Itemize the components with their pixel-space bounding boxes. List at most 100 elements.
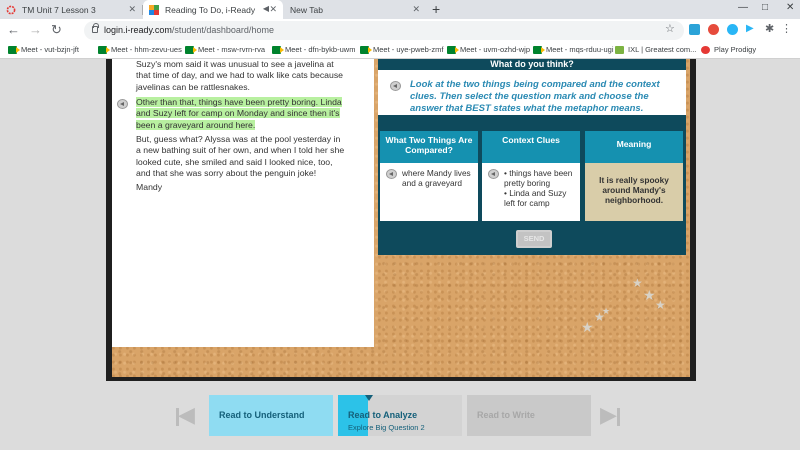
star-decoration-icon: ★ bbox=[655, 298, 666, 312]
compared-answer: where Mandy lives and a graveyard bbox=[402, 168, 471, 188]
column-meaning: Meaning It is really spooky around Mandy… bbox=[585, 131, 683, 221]
column-header: Meaning bbox=[585, 131, 683, 163]
speaker-icon[interactable] bbox=[390, 81, 401, 91]
meet-icon bbox=[447, 45, 459, 54]
tab-reading-to-do[interactable]: Reading To Do, i-Ready ◀ ✕ bbox=[143, 0, 283, 19]
step-sublabel: Explore Big Question 2 bbox=[348, 423, 425, 432]
extension-icon[interactable] bbox=[727, 24, 738, 35]
url-text: login.i-ready.com/student/dashboard/home bbox=[104, 25, 274, 35]
bookmark-label: Play Prodigy bbox=[714, 45, 757, 54]
bookmark-item[interactable]: Meet - uvm-ozhd-wjp bbox=[447, 45, 530, 54]
meet-icon bbox=[360, 45, 372, 54]
speaker-icon[interactable] bbox=[117, 99, 128, 109]
bookmark-label: Meet - dfn-bykb-uwm bbox=[285, 45, 356, 54]
prodigy-icon bbox=[701, 45, 710, 54]
passage-signature: Mandy bbox=[136, 182, 163, 192]
column-header: What Two Things Are Compared? bbox=[380, 131, 478, 163]
send-button[interactable]: SEND bbox=[516, 230, 552, 248]
close-tab-icon[interactable]: ✕ bbox=[269, 4, 277, 15]
bookmark-label: Meet - mqs-rduu-ugi bbox=[546, 45, 614, 54]
meaning-answer[interactable]: It is really spooky around Mandy's neigh… bbox=[585, 163, 683, 221]
meet-icon bbox=[272, 45, 284, 54]
meet-icon bbox=[185, 45, 197, 54]
star-decoration-icon: ★ bbox=[632, 276, 643, 290]
iready-logo-icon bbox=[149, 4, 159, 15]
speaker-icon[interactable] bbox=[386, 169, 397, 179]
extension-icon[interactable] bbox=[689, 24, 700, 35]
bookmark-item[interactable]: IXL | Greatest com... bbox=[615, 45, 696, 54]
forward-icon[interactable]: → bbox=[29, 22, 42, 38]
star-decoration-icon: ★ bbox=[581, 319, 594, 335]
progress-marker-icon bbox=[365, 395, 373, 401]
question-panel: What do you think? Look at the two thing… bbox=[378, 59, 686, 255]
close-tab-icon[interactable]: ✕ bbox=[412, 4, 420, 15]
browser-toolbar: ← → ↻ login.i-ready.com/student/dashboar… bbox=[0, 19, 800, 42]
bookmark-label: IXL | Greatest com... bbox=[628, 45, 697, 54]
tab-tm-unit[interactable]: TM Unit 7 Lesson 3 ✕ bbox=[0, 0, 142, 19]
bookmark-label: Meet - hhm-zevu-ues bbox=[111, 45, 182, 54]
tab-strip: TM Unit 7 Lesson 3 ✕ Reading To Do, i-Re… bbox=[0, 0, 800, 19]
column-compared: What Two Things Are Compared? where Mand… bbox=[380, 131, 478, 221]
context-clue: • Linda and Suzy left for camp bbox=[504, 188, 567, 208]
step-read-to-write[interactable]: Read to Write bbox=[467, 395, 591, 436]
star-decoration-icon: ★ bbox=[594, 310, 605, 324]
extension-icon[interactable] bbox=[708, 24, 719, 35]
bookmark-item[interactable]: Meet - dfn-bykb-uwm bbox=[272, 45, 355, 54]
step-label: Read to Write bbox=[477, 410, 535, 420]
bookmark-item[interactable]: Meet - vut-bzjn-jft bbox=[8, 45, 79, 54]
column-body: • things have been pretty boring • Linda… bbox=[482, 163, 580, 221]
url-host: login.i-ready.com bbox=[104, 25, 172, 35]
meet-icon bbox=[533, 45, 545, 54]
meet-icon bbox=[8, 45, 20, 54]
passage-paragraph-highlighted[interactable]: Other than that, things have been pretty… bbox=[136, 97, 346, 131]
column-context-clues: Context Clues • things have been pretty … bbox=[482, 131, 580, 221]
bookmark-label: Meet - vut-bzjn-jft bbox=[21, 45, 79, 54]
panel-title: What do you think? bbox=[378, 59, 686, 70]
reading-passage: Suzy's mom said it was unusual to see a … bbox=[112, 59, 374, 347]
puzzle-extensions-icon[interactable]: ✱ bbox=[765, 24, 776, 35]
context-clue: • things have been pretty boring bbox=[504, 168, 573, 188]
instruction-text: Look at the two things being compared an… bbox=[410, 79, 660, 114]
reload-icon[interactable]: ↻ bbox=[51, 22, 62, 38]
bookmark-item[interactable]: Meet - uye-pweb-zmf bbox=[360, 45, 443, 54]
tab-label: New Tab bbox=[290, 4, 323, 15]
menu-kebab-icon[interactable]: ⋮ bbox=[781, 24, 792, 35]
bookmark-label: Meet - uvm-ozhd-wjp bbox=[460, 45, 531, 54]
tab-label: Reading To Do, i-Ready bbox=[165, 4, 256, 15]
speaker-mute-icon[interactable]: ◀ bbox=[263, 4, 269, 13]
play-extension-icon[interactable]: ▶ bbox=[746, 24, 757, 35]
tab-label: TM Unit 7 Lesson 3 bbox=[22, 4, 96, 15]
new-tab-button[interactable]: + bbox=[432, 1, 440, 17]
address-bar[interactable]: login.i-ready.com/student/dashboard/home bbox=[84, 21, 684, 40]
bookmark-label: Meet - msw-rvrn-rva bbox=[198, 45, 266, 54]
star-decoration-icon: ★ bbox=[643, 287, 656, 303]
close-tab-icon[interactable]: ✕ bbox=[128, 4, 136, 15]
bookmark-item[interactable]: Meet - mqs-rduu-ugi bbox=[533, 45, 614, 54]
bookmark-item[interactable]: Play Prodigy bbox=[701, 45, 756, 54]
bookmark-label: Meet - uye-pweb-zmf bbox=[373, 45, 444, 54]
column-body: where Mandy lives and a graveyard bbox=[380, 163, 478, 221]
highlighted-text: Other than that, things have been pretty… bbox=[136, 97, 342, 130]
circle-logo-icon bbox=[6, 5, 16, 14]
bookmark-item[interactable]: Meet - msw-rvrn-rva bbox=[185, 45, 265, 54]
bookmarks-bar: Meet - vut-bzjn-jft Meet - hhm-zevu-ues … bbox=[0, 42, 800, 59]
minimize-icon[interactable]: — bbox=[738, 2, 748, 13]
ixl-icon bbox=[615, 45, 624, 54]
step-read-to-understand[interactable]: Read to Understand bbox=[209, 395, 333, 436]
maximize-icon[interactable]: □ bbox=[762, 2, 768, 13]
step-label: Read to Analyze bbox=[348, 410, 418, 420]
speaker-icon[interactable] bbox=[488, 169, 499, 179]
close-window-icon[interactable]: ✕ bbox=[786, 2, 794, 13]
page-content: Suzy's mom said it was unusual to see a … bbox=[0, 59, 800, 450]
meet-icon bbox=[98, 45, 110, 54]
step-read-to-analyze[interactable]: Read to Analyze Explore Big Question 2 bbox=[338, 395, 462, 436]
passage-paragraph: Suzy's mom said it was unusual to see a … bbox=[136, 59, 344, 92]
bookmark-item[interactable]: Meet - hhm-zevu-ues bbox=[98, 45, 182, 54]
passage-paragraph: But, guess what? Alyssa was at the pool … bbox=[136, 134, 345, 179]
tab-new-tab[interactable]: New Tab ✕ bbox=[284, 0, 426, 19]
lock-icon bbox=[92, 23, 99, 33]
bookmark-star-icon[interactable]: ☆ bbox=[665, 22, 675, 35]
panel-divider bbox=[378, 115, 686, 127]
back-icon[interactable]: ← bbox=[7, 22, 20, 38]
url-path: /student/dashboard/home bbox=[171, 25, 274, 35]
